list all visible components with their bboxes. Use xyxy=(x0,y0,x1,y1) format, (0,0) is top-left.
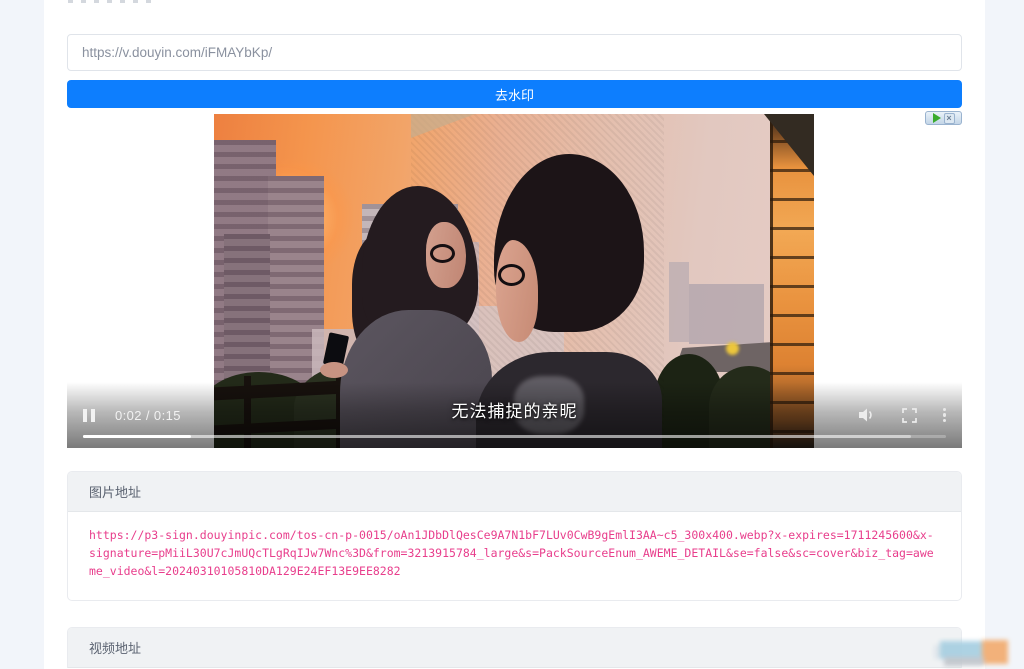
scene-building xyxy=(669,262,689,342)
scene-glare xyxy=(726,342,739,355)
badge-play-icon[interactable] xyxy=(933,113,941,123)
remove-watermark-button[interactable]: 去水印 xyxy=(67,80,962,108)
section-title: 图片地址 xyxy=(89,482,141,501)
section-title: 视频地址 xyxy=(89,638,141,657)
progress-bar[interactable] xyxy=(83,435,946,439)
section-header: 视频地址 xyxy=(68,628,961,668)
section-body: https://p3-sign.douyinpic.com/tos-cn-p-0… xyxy=(68,512,961,600)
badge-close-icon[interactable]: × xyxy=(944,113,955,124)
volume-icon[interactable] xyxy=(858,407,876,423)
blurred-watermark xyxy=(934,637,1012,669)
video-player[interactable]: 无法捕捉的亲昵 0:02 / 0:15 × xyxy=(67,114,962,448)
scene-building xyxy=(689,284,764,344)
clipped-text-fragment xyxy=(68,0,154,3)
image-address-section: 图片地址 https://p3-sign.douyinpic.com/tos-c… xyxy=(67,471,962,601)
progress-played xyxy=(83,435,191,439)
main-content: 去水印 xyxy=(44,0,985,669)
scene-man-glasses xyxy=(498,264,525,286)
scene-woman-glasses xyxy=(430,244,455,263)
time-display: 0:02 / 0:15 xyxy=(115,408,181,423)
download-helper-badge[interactable]: × xyxy=(925,111,962,125)
more-options-icon[interactable] xyxy=(943,408,947,423)
scene-woman-hand xyxy=(320,362,348,378)
progress-buffered xyxy=(83,435,911,439)
section-header: 图片地址 xyxy=(68,472,961,512)
pause-button[interactable] xyxy=(83,409,95,422)
fullscreen-icon[interactable] xyxy=(902,408,917,423)
image-url-link[interactable]: https://p3-sign.douyinpic.com/tos-cn-p-0… xyxy=(89,526,940,580)
video-url-input[interactable] xyxy=(67,34,962,71)
video-address-section: 视频地址 xyxy=(67,627,962,668)
player-controls: 0:02 / 0:15 xyxy=(83,406,946,424)
